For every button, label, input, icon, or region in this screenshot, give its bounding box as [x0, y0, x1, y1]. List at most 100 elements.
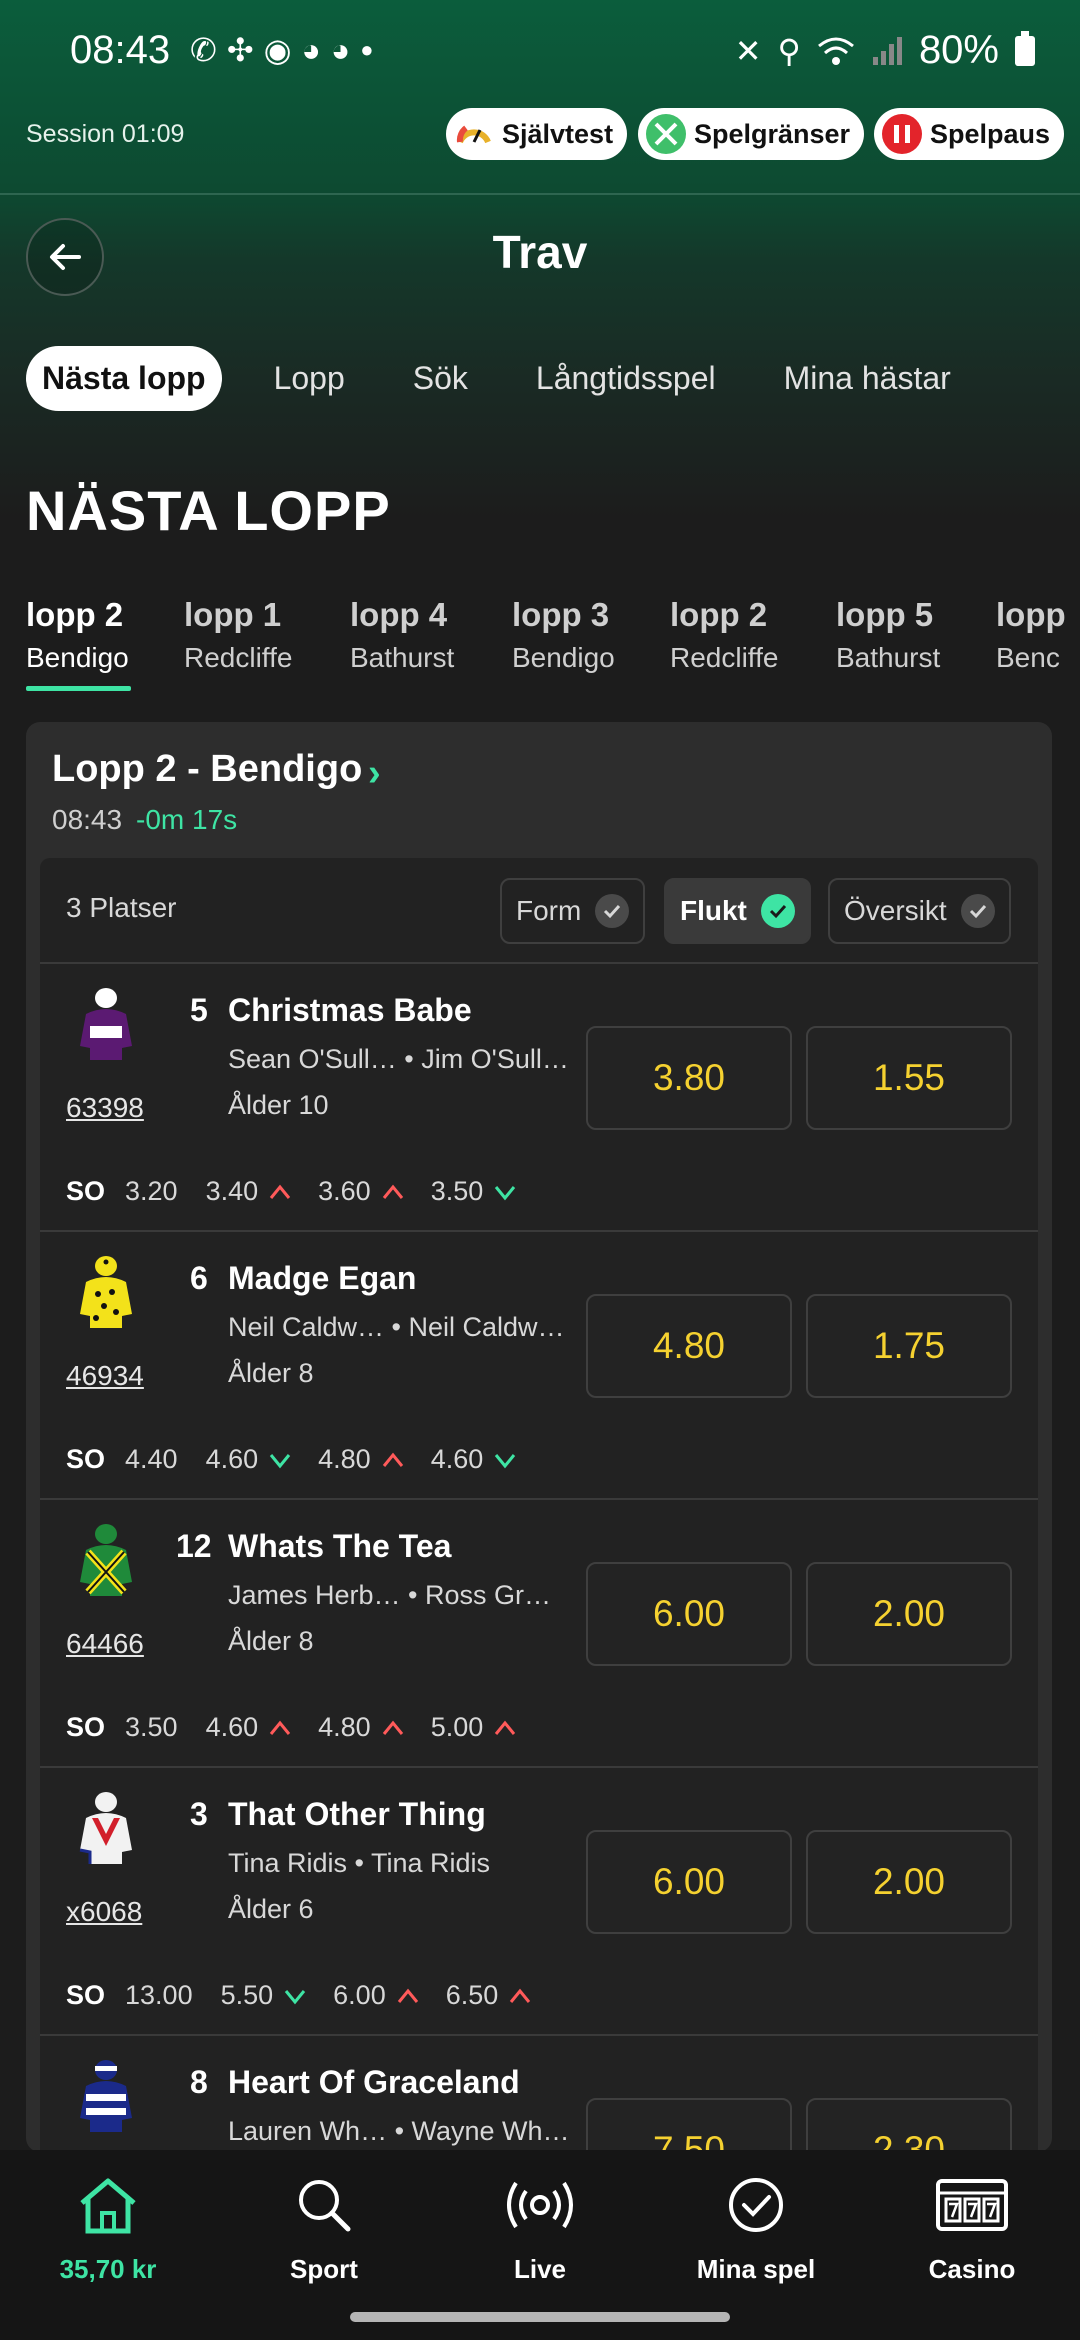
wifi-icon [817, 37, 854, 65]
nav-home[interactable]: 35,70 kr [0, 2170, 216, 2285]
odds-value: 3.50 [125, 1712, 178, 1742]
race-option[interactable]: lopp 1 Redcliffe [184, 596, 292, 674]
win-odds-button[interactable]: 6.00 [586, 1830, 792, 1934]
odds-value: 4.40 [125, 1444, 178, 1474]
arrow-up-icon [382, 1720, 403, 1735]
jockey-silk-icon [80, 1524, 132, 1596]
runner-number: 5 [190, 992, 208, 1028]
race-option[interactable]: lopp Benc [996, 596, 1066, 674]
horse-age: Ålder 6 [228, 1894, 314, 1924]
race-track: Bendigo [512, 642, 615, 673]
self-test-button[interactable]: Självtest [446, 108, 628, 160]
race-number: lopp 3 [512, 596, 610, 633]
tab-long-term[interactable]: Långtidsspel [520, 346, 732, 411]
filter-overview-button[interactable]: Översikt [828, 878, 1011, 944]
runner-row[interactable]: 64466 12 Whats The Tea James Herb… • Ros… [40, 1500, 1038, 1768]
so-label: SO [66, 1444, 106, 1474]
filter-flukt-button[interactable]: Flukt [664, 878, 811, 944]
win-odds-button[interactable]: 3.80 [586, 1026, 792, 1130]
so-label: SO [66, 1980, 106, 2010]
jockey-silk-icon [79, 1792, 132, 1864]
horse-id[interactable]: 64466 [66, 1628, 144, 1660]
runner-row[interactable]: 63398 5 Christmas Babe Sean O'Sull… • Ji… [40, 964, 1038, 1232]
limits-button[interactable]: Spelgränser [638, 108, 865, 160]
place-odds-button[interactable]: 2.00 [806, 1830, 1012, 1934]
arrow-up-icon [269, 1184, 291, 1199]
race-card-title[interactable]: Lopp 2 - Bendigo [52, 748, 362, 791]
arrow-up-icon [510, 1988, 531, 2003]
race-option[interactable]: lopp 4 Bathurst [350, 596, 454, 674]
check-circle-icon [648, 2170, 864, 2240]
driver-trainer: Neil Caldw… • Neil Caldw… [228, 1312, 565, 1342]
race-option[interactable]: lopp 2 Redcliffe [670, 596, 778, 674]
horse-id[interactable]: 63398 [66, 1092, 144, 1124]
places-count: 3 Platser [66, 892, 177, 923]
active-race-indicator [26, 686, 131, 691]
odds-value: 3.20 [125, 1176, 178, 1206]
search-icon [216, 2170, 432, 2240]
discord-icon: ◕ [330, 32, 351, 68]
odds-history: SO 4.40 4.60 4.80 4.60 [66, 1444, 543, 1475]
odds-value: 3.40 [205, 1176, 259, 1206]
win-odds-button[interactable]: 7.50 [586, 2098, 792, 2158]
tab-my-horses[interactable]: Mina hästar [768, 346, 967, 411]
race-selector: lopp 2 Bendigo lopp 1 Redcliffe lopp 4 B… [26, 596, 1080, 696]
page-title: Trav [492, 226, 588, 278]
battery-percent: 80% [918, 28, 999, 72]
place-odds-button[interactable]: 1.75 [806, 1294, 1012, 1398]
check-icon [760, 894, 795, 928]
race-number: lopp 1 [184, 596, 282, 633]
filter-form-button[interactable]: Form [500, 878, 646, 944]
place-odds-button[interactable]: 2.30 [806, 2098, 1012, 2158]
odds-value: 4.60 [205, 1444, 259, 1474]
jockey-silk-icon [80, 988, 132, 1060]
nav-live[interactable]: Live [432, 2170, 648, 2285]
signal-icon [872, 36, 902, 65]
odds-history: SO 3.50 4.60 4.80 5.00 [66, 1712, 543, 1743]
chevron-right-icon[interactable]: › [368, 752, 381, 795]
arrow-down-icon [495, 1453, 516, 1468]
odds-value: 4.80 [318, 1712, 371, 1742]
pause-button[interactable]: Spelpaus [874, 108, 1065, 160]
location-icon: ⚲ [777, 32, 801, 69]
tab-next-race[interactable]: Nästa lopp [26, 346, 222, 411]
runner-row[interactable]: 46934 6 Madge Egan Neil Caldw… • Neil Ca… [40, 1232, 1038, 1500]
odds-history: SO 13.00 5.50 6.00 6.50 [66, 1980, 558, 2011]
session-timer: Session 01:09 [26, 120, 185, 148]
driver-trainer: Lauren Wh… • Wayne Wh… [228, 2116, 570, 2146]
nav-sport[interactable]: Sport [216, 2170, 432, 2285]
filter-row: 3 Platser Form Flukt Översikt [40, 858, 1038, 964]
odds-value: 3.60 [318, 1176, 371, 1206]
race-option[interactable]: lopp 2 Bendigo [26, 596, 129, 674]
race-number: lopp 5 [836, 596, 934, 633]
pause-label: Spelpaus [930, 118, 1051, 149]
race-option[interactable]: lopp 3 Bendigo [512, 596, 615, 674]
odds-value: 6.00 [333, 1980, 386, 2010]
home-gesture-bar[interactable] [350, 2312, 730, 2322]
horse-id[interactable]: x6068 [66, 1896, 142, 1928]
arrow-up-icon [397, 1988, 418, 2003]
nav-my-bets[interactable]: Mina spel [648, 2170, 864, 2285]
race-track: Benc [996, 642, 1060, 673]
arrow-down-icon [269, 1453, 291, 1468]
horse-id[interactable]: 46934 [66, 1360, 144, 1392]
tab-search[interactable]: Sök [397, 346, 484, 411]
runner-row[interactable]: 8 Heart Of Graceland Lauren Wh… • Wayne … [40, 2036, 1038, 2158]
place-odds-button[interactable]: 2.00 [806, 1562, 1012, 1666]
arrow-down-icon [495, 1185, 516, 1200]
win-odds-button[interactable]: 6.00 [586, 1562, 792, 1666]
messenger-icon: ◉ [263, 32, 292, 68]
main-tabs: Nästa lopp Lopp Sök Långtidsspel Mina hä… [26, 346, 967, 411]
tab-races[interactable]: Lopp [258, 346, 361, 411]
win-odds-button[interactable]: 4.80 [586, 1294, 792, 1398]
race-option[interactable]: lopp 5 Bathurst [836, 596, 940, 674]
nav-casino[interactable]: Casino [864, 2170, 1080, 2285]
section-heading: NÄSTA LOPP [26, 479, 391, 542]
home-icon [0, 2170, 216, 2240]
horse-name: That Other Thing [228, 1796, 486, 1832]
runner-row[interactable]: x6068 3 That Other Thing Tina Ridis • Ti… [40, 1768, 1038, 2036]
horse-name: Heart Of Graceland [228, 2064, 520, 2100]
nav-label: Sport [290, 2254, 358, 2284]
place-odds-button[interactable]: 1.55 [806, 1026, 1012, 1130]
odds-value: 3.50 [430, 1176, 484, 1206]
